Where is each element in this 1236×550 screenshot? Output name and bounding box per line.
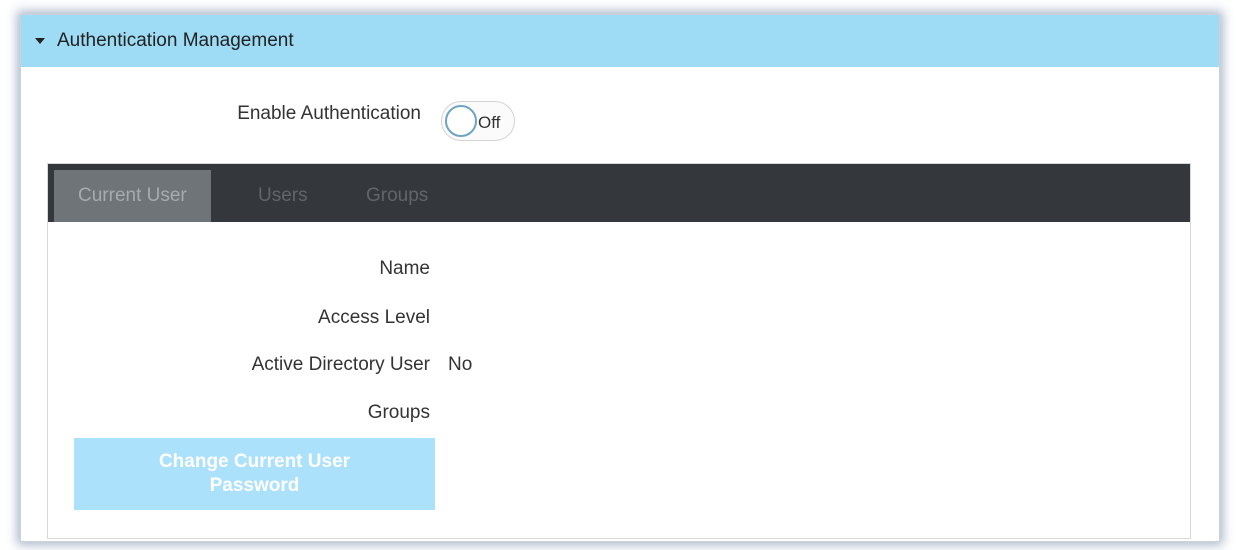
- user-tabs-card: Current User Users Groups Name Access Le…: [47, 163, 1191, 539]
- toggle-knob: [445, 105, 477, 137]
- tab-bar: Current User Users Groups: [48, 164, 1190, 222]
- authentication-management-panel: Authentication Management Enable Authent…: [20, 14, 1220, 542]
- active-directory-user-value: No: [448, 354, 473, 375]
- groups-label: Groups: [367, 402, 430, 423]
- enable-authentication-row: Enable Authentication Off: [21, 99, 1219, 145]
- name-label: Name: [379, 258, 430, 279]
- caret-down-icon[interactable]: [35, 38, 45, 44]
- tab-users[interactable]: Users: [258, 170, 308, 222]
- active-directory-user-label: Active Directory User: [251, 354, 430, 375]
- tab-groups[interactable]: Groups: [366, 170, 428, 222]
- enable-authentication-label: Enable Authentication: [237, 103, 421, 124]
- tab-current-user[interactable]: Current User: [54, 170, 211, 222]
- enable-authentication-toggle[interactable]: Off: [441, 101, 515, 141]
- toggle-state-text: Off: [478, 113, 501, 132]
- access-level-label: Access Level: [318, 307, 430, 328]
- panel-header[interactable]: Authentication Management: [21, 15, 1219, 67]
- panel-title: Authentication Management: [57, 30, 294, 51]
- change-password-button[interactable]: Change Current User Password: [74, 438, 435, 510]
